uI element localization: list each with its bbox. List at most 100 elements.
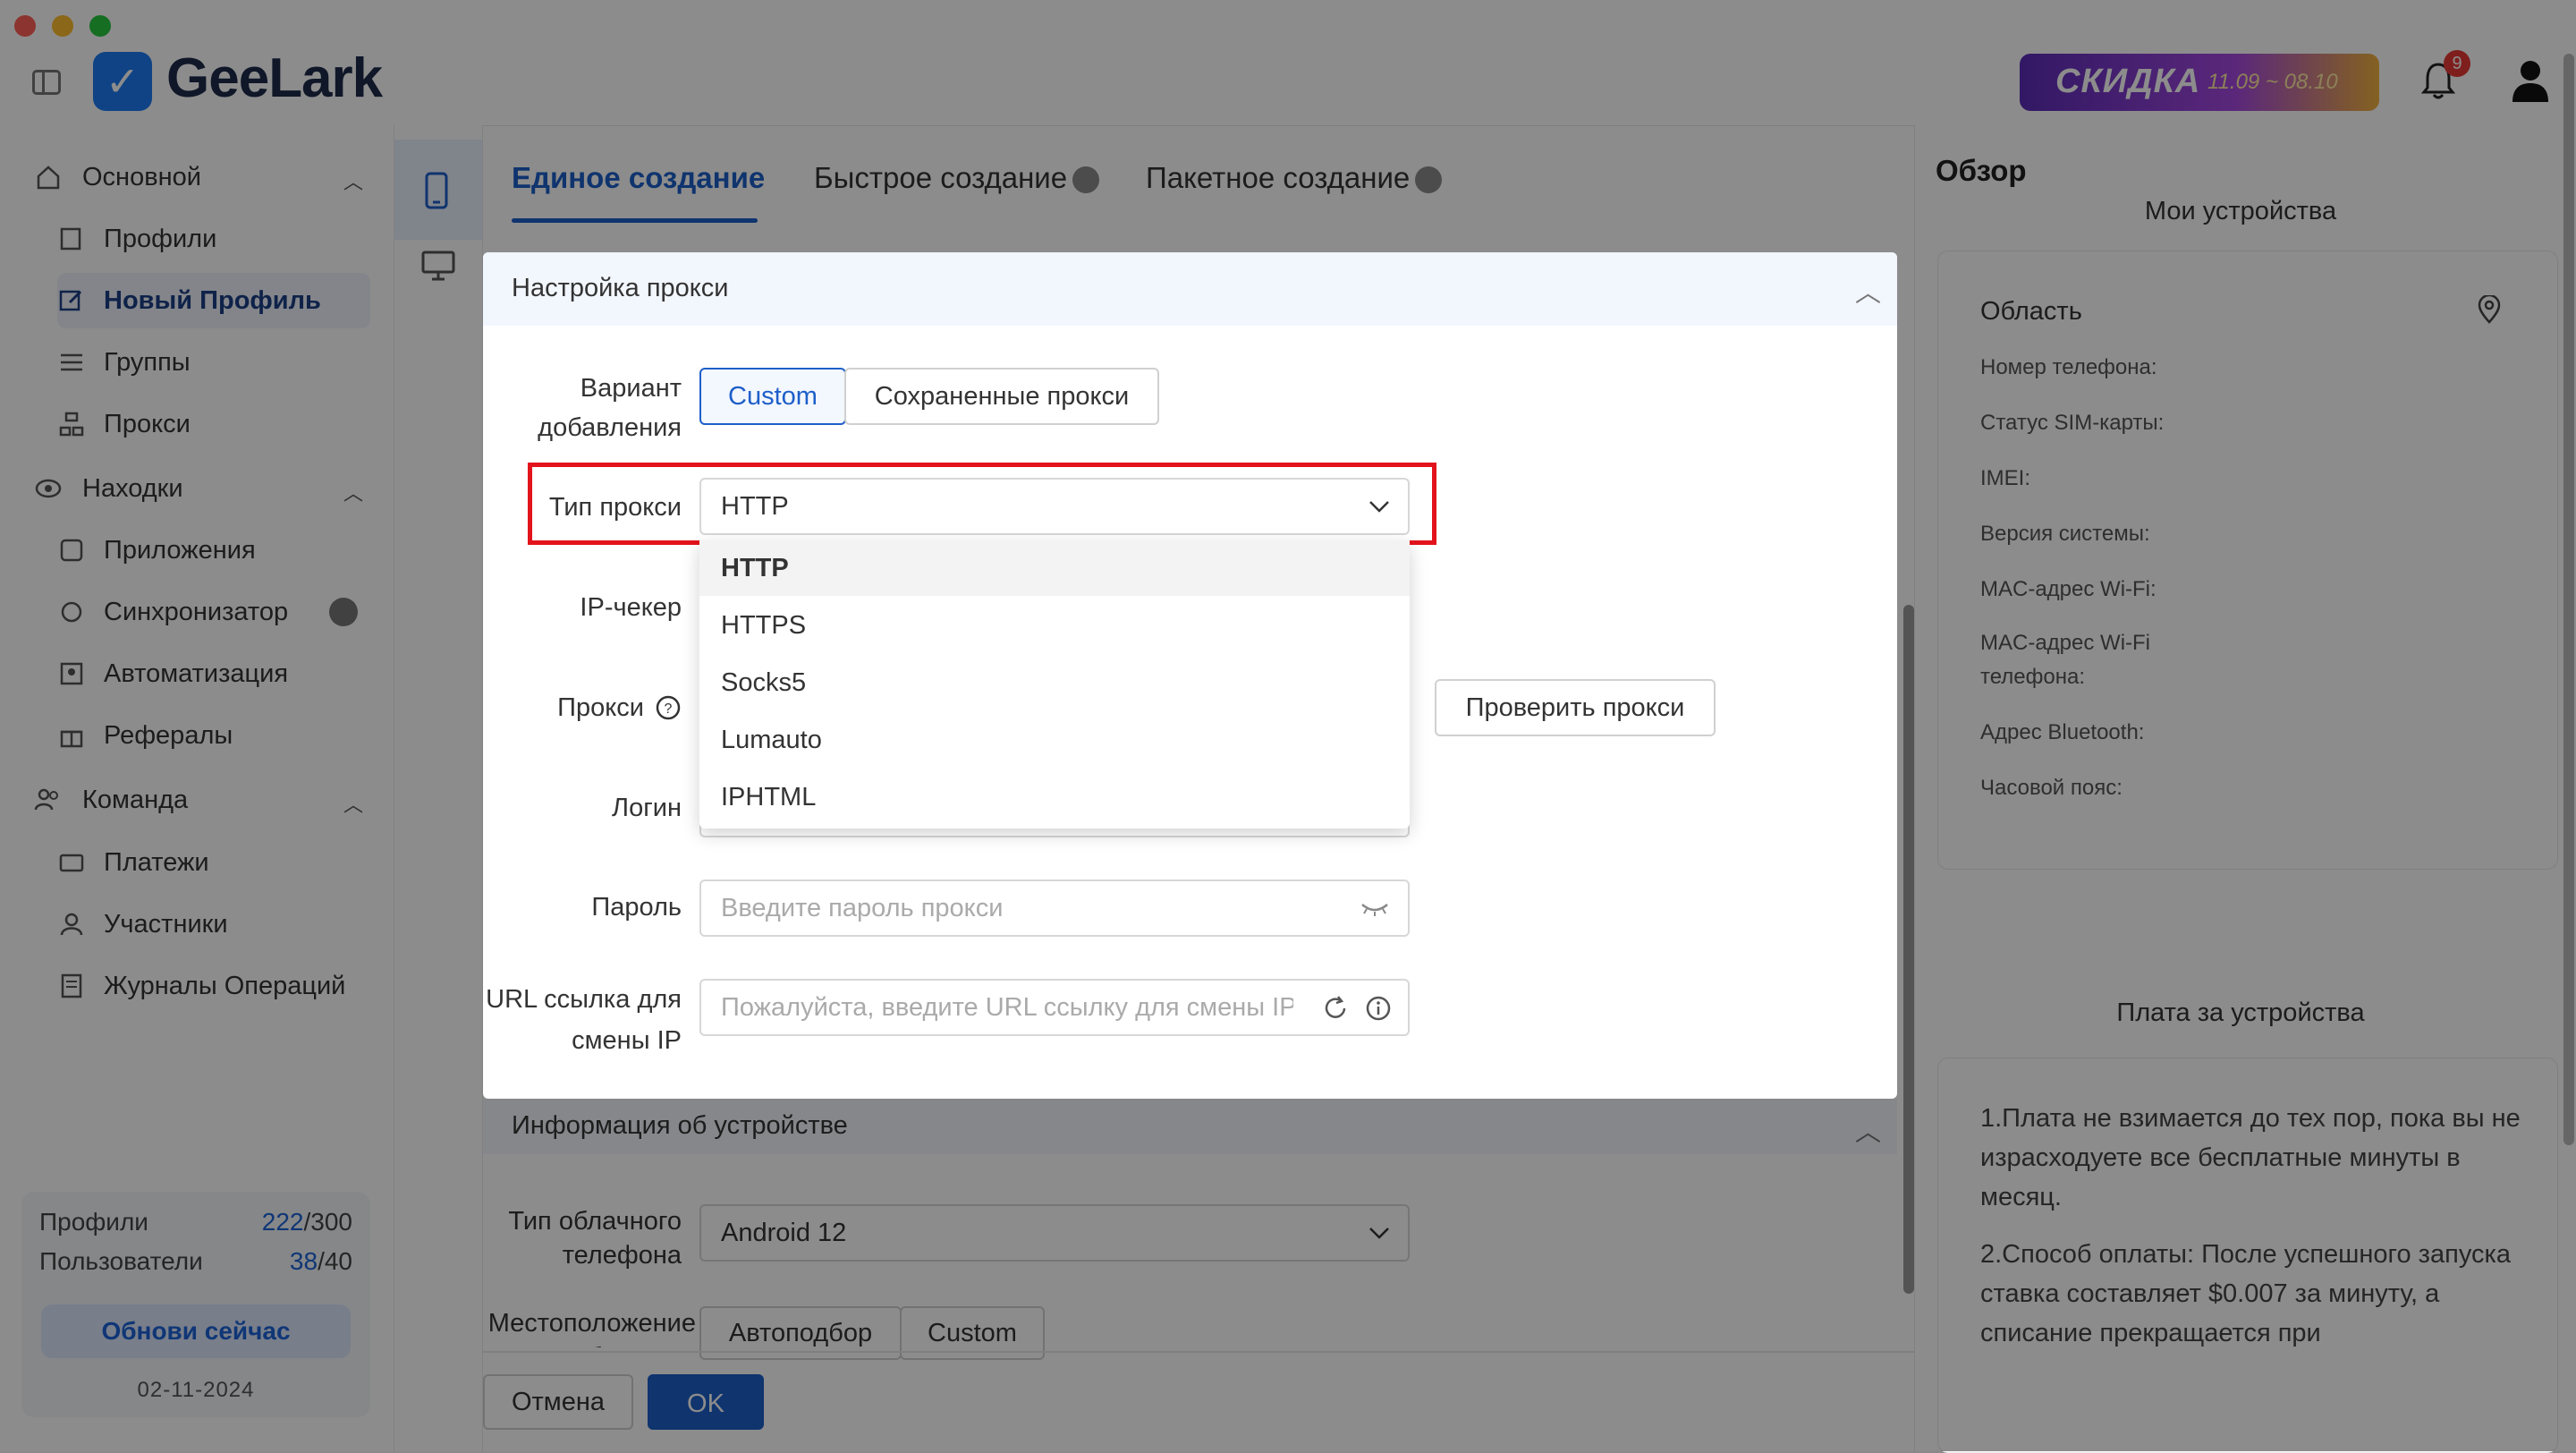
- system-version-field: Версия системы:: [1980, 522, 2150, 546]
- phone-wifi-mac-field: MAC-адрес Wi-Fi телефона:: [1980, 631, 2151, 689]
- url-placeholder: Пожалуйста, введите URL ссылку для смены…: [721, 993, 1293, 1022]
- bluetooth-address-field: Адрес Bluetooth:: [1980, 720, 2145, 744]
- device-type-column: [394, 125, 483, 1451]
- cloud-type-value: Android 12: [721, 1219, 847, 1247]
- users-usage: Пользователи 38/40: [39, 1247, 352, 1276]
- phone-icon: [425, 172, 448, 209]
- home-icon: [32, 161, 64, 193]
- chevron-down-icon: [1369, 1228, 1389, 1239]
- sidebar-section-label: Находки: [82, 473, 183, 503]
- proxy-type-option[interactable]: Socks5: [699, 655, 1410, 710]
- sidebar-item-groups[interactable]: Группы: [57, 335, 370, 390]
- active-tab-indicator: [512, 218, 758, 223]
- help-icon[interactable]: ?: [655, 694, 682, 721]
- sidebar-item-proxy[interactable]: Прокси: [57, 396, 370, 452]
- info-icon[interactable]: [1365, 995, 1392, 1022]
- cancel-button[interactable]: Отмена: [483, 1374, 633, 1430]
- tab-quick-create[interactable]: Быстрое создание: [814, 161, 1100, 195]
- location-label: Местоположение облачного: [487, 1309, 696, 1347]
- user-avatar-icon[interactable]: [2510, 57, 2551, 104]
- users-usage-label: Пользователи: [39, 1247, 203, 1275]
- update-now-button[interactable]: Обнови сейчас: [41, 1304, 351, 1358]
- team-icon: [32, 784, 64, 816]
- profiles-icon: [57, 225, 86, 253]
- sidebar-item-synchronizer[interactable]: Синхронизатор: [57, 584, 370, 640]
- profiles-usage-label: Профили: [39, 1208, 148, 1236]
- desktop-icon[interactable]: [421, 251, 455, 283]
- cloud-type-label: Тип облачного телефона: [508, 1207, 682, 1270]
- login-label: Логин: [612, 794, 682, 822]
- geelark-logo-icon: ✓: [93, 52, 152, 111]
- sidebar-item-referrals[interactable]: Рефералы: [57, 708, 370, 763]
- edit-icon: [57, 286, 86, 315]
- profiles-usage: Профили 222/300: [39, 1208, 352, 1236]
- eye-closed-icon[interactable]: [1360, 899, 1390, 917]
- sidebar-item-automation[interactable]: Автоматизация: [57, 646, 370, 701]
- refresh-icon[interactable]: [1322, 995, 1349, 1022]
- sidebar-item-label: Приложения: [104, 535, 256, 565]
- url-label: URL ссылка для смены IP: [486, 985, 682, 1055]
- gift-icon: [57, 721, 86, 750]
- usage-stats-card: Профили 222/300 Пользователи 38/40 Обнов…: [21, 1192, 370, 1417]
- variant-saved-proxy-button[interactable]: Сохраненные прокси: [844, 368, 1159, 425]
- sidebar-item-label: Новый Профиль: [104, 285, 321, 315]
- promo-banner[interactable]: СКИДКА 11.09 ~ 08.10: [2020, 54, 2379, 111]
- my-devices-heading: Мои устройства: [2144, 197, 2337, 225]
- profiles-total-value: /300: [303, 1208, 353, 1236]
- variant-custom-button[interactable]: Custom: [699, 368, 846, 425]
- tab-single-create[interactable]: Единое создание: [512, 161, 765, 195]
- sim-status-field: Статус SIM-карты:: [1980, 411, 2165, 435]
- chevron-up-icon: ︿: [1855, 279, 1882, 308]
- sidebar-item-profiles[interactable]: Профили: [57, 211, 370, 267]
- main-scrollbar[interactable]: [1903, 605, 1914, 1294]
- automation-icon: [57, 659, 86, 688]
- sidebar-item-label: Профили: [104, 224, 217, 253]
- ip-checker-label: IP-чекер: [580, 593, 682, 622]
- sidebar-item-operation-logs[interactable]: Журналы Операций: [57, 958, 370, 1014]
- ip-change-url-input[interactable]: Пожалуйста, введите URL ссылку для смены…: [699, 979, 1410, 1036]
- fee-text-2: 2.Способ оплаты: После успешного запуска…: [1980, 1240, 2511, 1347]
- sidebar-item-apps[interactable]: Приложения: [57, 523, 370, 578]
- chevron-up-icon: ︿: [343, 482, 363, 505]
- chevron-up-icon: ︿: [1855, 1118, 1882, 1147]
- svg-text:?: ?: [665, 701, 673, 717]
- maximize-window-button[interactable]: [89, 15, 111, 37]
- tab-label: Быстрое создание: [814, 161, 1068, 194]
- phone-device-tab[interactable]: [394, 140, 482, 240]
- location-pin-icon[interactable]: [2478, 295, 2501, 324]
- proxy-type-option[interactable]: Lumauto: [699, 712, 1410, 768]
- check-proxy-button[interactable]: Проверить прокси: [1435, 679, 1716, 736]
- overview-scrollbar[interactable]: [2563, 54, 2574, 1145]
- region-label: Область: [1980, 297, 2082, 326]
- tab-label: Пакетное создание: [1146, 161, 1411, 194]
- sidebar-section-team[interactable]: Команда ︿: [32, 773, 363, 827]
- proxy-type-option[interactable]: IPHTML: [699, 769, 1410, 825]
- header: ✓ GeeLark СКИДКА 11.09 ~ 08.10 9: [0, 0, 2576, 126]
- minimize-window-button[interactable]: [52, 15, 73, 37]
- proxy-type-option[interactable]: HTTP: [699, 540, 1410, 596]
- tab-batch-create[interactable]: Пакетное создание: [1146, 161, 1443, 195]
- close-window-button[interactable]: [14, 15, 36, 37]
- cloud-type-select[interactable]: Android 12: [699, 1204, 1410, 1262]
- sidebar-item-members[interactable]: Участники: [57, 896, 370, 952]
- eye-icon: [32, 472, 64, 505]
- ok-button[interactable]: OK: [648, 1374, 764, 1430]
- sidebar-section-finds[interactable]: Находки ︿: [32, 462, 363, 515]
- sidebar-section-main[interactable]: Основной ︿: [32, 150, 363, 204]
- promo-dates: 11.09 ~ 08.10: [2207, 70, 2338, 94]
- promo-text: СКИДКА: [2055, 63, 2201, 100]
- proxy-section-header[interactable]: Настройка прокси ︿: [483, 252, 1897, 326]
- sidebar-item-payments[interactable]: Платежи: [57, 835, 370, 890]
- sidebar-item-label: Журналы Операций: [104, 971, 346, 1000]
- sidebar-toggle-icon[interactable]: [32, 70, 61, 95]
- chevron-up-icon: ︿: [343, 171, 363, 193]
- sidebar-item-label: Рефералы: [104, 720, 233, 750]
- sidebar-item-label: Автоматизация: [104, 659, 289, 688]
- proxy-type-option[interactable]: HTTPS: [699, 598, 1410, 653]
- phone-number-field: Номер телефона:: [1980, 355, 2157, 379]
- sidebar-item-new-profile[interactable]: Новый Профиль: [57, 273, 370, 328]
- password-input[interactable]: Введите пароль прокси: [699, 879, 1410, 937]
- overview-title: Обзор: [1936, 154, 2027, 187]
- device-info-section-header[interactable]: Информация об устройстве ︿: [483, 1099, 1897, 1154]
- notification-badge: 9: [2444, 50, 2470, 77]
